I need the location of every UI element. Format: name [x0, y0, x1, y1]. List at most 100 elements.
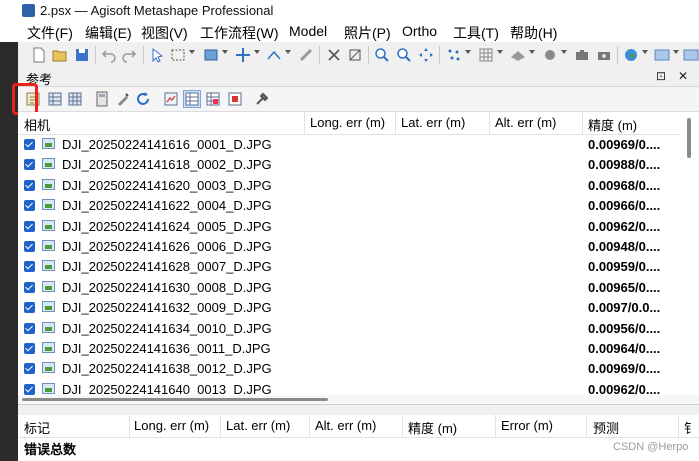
menu-help[interactable]: 帮助(H): [510, 23, 557, 43]
dropdown-arrow-icon[interactable]: [222, 50, 228, 54]
view-icon[interactable]: [683, 47, 699, 63]
checkbox[interactable]: [24, 343, 35, 354]
undo-icon[interactable]: [101, 47, 117, 63]
column-header-long-err[interactable]: Long. err (m): [134, 418, 209, 433]
points-icon[interactable]: [446, 47, 462, 63]
table-row[interactable]: DJI_20250224141622_0004_D.JPG 0.00966/0..…: [18, 196, 681, 216]
camera-icon[interactable]: [596, 47, 612, 63]
dropdown-arrow-icon[interactable]: [254, 50, 260, 54]
texture-icon[interactable]: [542, 47, 558, 63]
delete-icon[interactable]: [326, 47, 342, 63]
menu-model[interactable]: Model: [289, 23, 327, 39]
calculator-icon[interactable]: [94, 91, 110, 107]
update-icon[interactable]: [135, 91, 151, 107]
ruler-icon[interactable]: [298, 47, 314, 63]
shading-icon[interactable]: [510, 47, 526, 63]
column-header-accuracy[interactable]: 精度 (m): [408, 418, 457, 437]
menu-tools[interactable]: 工具(T): [453, 23, 499, 43]
table-row[interactable]: DJI_20250224141638_0012_D.JPG 0.00969/0..…: [18, 359, 681, 379]
view-icon[interactable]: [654, 47, 670, 63]
menu-file[interactable]: 文件(F): [27, 23, 73, 43]
dropdown-arrow-icon[interactable]: [642, 50, 648, 54]
column-header-camera[interactable]: 相机: [24, 115, 50, 134]
table-row[interactable]: DJI_20250224141640_0013_D.JPG 0.00962/0..…: [18, 380, 681, 395]
dropdown-arrow-icon[interactable]: [561, 50, 567, 54]
dropdown-arrow-icon[interactable]: [529, 50, 535, 54]
column-header-marker[interactable]: 标记: [24, 418, 50, 437]
dropdown-arrow-icon[interactable]: [673, 50, 679, 54]
table-row[interactable]: DJI_20250224141618_0002_D.JPG 0.00988/0..…: [18, 155, 681, 175]
checkbox[interactable]: [24, 281, 35, 293]
column-header-error[interactable]: Error (m): [501, 418, 553, 433]
dropdown-arrow-icon[interactable]: [189, 50, 195, 54]
crop-icon[interactable]: [347, 47, 363, 63]
scrollbar-thumb[interactable]: [687, 118, 691, 158]
checkbox[interactable]: [24, 363, 35, 375]
close-panel-button[interactable]: ✕: [678, 69, 688, 83]
table-row[interactable]: DJI_20250224141632_0009_D.JPG 0.0097/0.0.…: [18, 298, 681, 318]
pan-icon[interactable]: [418, 47, 434, 63]
checkbox[interactable]: [24, 261, 35, 273]
dropdown-arrow-icon[interactable]: [285, 50, 291, 54]
rect-select-icon[interactable]: [170, 47, 186, 63]
menu-workflow[interactable]: 工作流程(W): [200, 23, 279, 43]
column-header-lat-err[interactable]: Lat. err (m): [226, 418, 290, 433]
checkbox[interactable]: [24, 200, 35, 212]
horizontal-scrollbar[interactable]: [18, 395, 699, 404]
checkbox[interactable]: [24, 220, 35, 232]
scrollbar-thumb[interactable]: [22, 398, 328, 401]
settings-icon[interactable]: [254, 91, 270, 107]
column-header-accuracy[interactable]: 精度 (m): [588, 115, 637, 134]
new-icon[interactable]: [31, 47, 47, 63]
table-row[interactable]: DJI_20250224141616_0001_D.JPG 0.00969/0..…: [18, 135, 681, 155]
checkbox[interactable]: [24, 322, 35, 334]
vertical-scrollbar[interactable]: [681, 112, 699, 395]
save-icon[interactable]: [74, 47, 90, 63]
globe-icon[interactable]: [623, 47, 639, 63]
zoom-out-icon[interactable]: [396, 47, 412, 63]
menu-photo[interactable]: 照片(P): [344, 23, 391, 43]
menu-edit[interactable]: 编辑(E): [85, 23, 132, 43]
reset-transform-icon[interactable]: [227, 91, 243, 107]
checkbox[interactable]: [24, 159, 35, 171]
checkbox[interactable]: [24, 383, 35, 395]
table-row[interactable]: DJI_20250224141630_0008_D.JPG 0.00965/0..…: [18, 278, 681, 298]
move-icon[interactable]: [235, 47, 251, 63]
dropdown-arrow-icon[interactable]: [465, 50, 471, 54]
table-row[interactable]: DJI_20250224141636_0011_D.JPG 0.00964/0..…: [18, 339, 681, 359]
column-header-alt-err[interactable]: Alt. err (m): [315, 418, 376, 433]
export-reference-icon[interactable]: [47, 91, 63, 107]
select-icon[interactable]: [149, 47, 165, 63]
table-row[interactable]: DJI_20250224141620_0003_D.JPG 0.00968/0..…: [18, 176, 681, 196]
view-source-icon[interactable]: [163, 91, 179, 107]
table-row[interactable]: DJI_20250224141624_0005_D.JPG 0.00962/0..…: [18, 217, 681, 237]
optimize-icon[interactable]: [115, 91, 131, 107]
view-estimated-icon[interactable]: [183, 90, 201, 108]
float-panel-button[interactable]: ⊡: [656, 69, 666, 83]
column-header-lat-err[interactable]: Lat. err (m): [401, 115, 465, 130]
view-errors-icon[interactable]: [205, 91, 221, 107]
rotate-icon[interactable]: [266, 47, 282, 63]
menu-ortho[interactable]: Ortho: [402, 23, 437, 39]
column-header-projections[interactable]: 预测: [593, 418, 619, 437]
column-header-next[interactable]: 钅: [684, 418, 697, 437]
checkbox[interactable]: [24, 241, 35, 252]
checkbox[interactable]: [24, 302, 35, 314]
zoom-in-icon[interactable]: [374, 47, 390, 63]
camera-icon[interactable]: [574, 47, 590, 63]
table-row[interactable]: DJI_20250224141634_0010_D.JPG 0.00956/0..…: [18, 319, 681, 339]
convert-icon[interactable]: [67, 91, 83, 107]
column-header-alt-err[interactable]: Alt. err (m): [495, 115, 556, 130]
image-icon: [42, 382, 55, 394]
table-row[interactable]: DJI_20250224141628_0007_D.JPG 0.00959/0..…: [18, 257, 681, 277]
column-header-long-err[interactable]: Long. err (m): [310, 115, 385, 130]
grid-icon[interactable]: [478, 47, 494, 63]
menu-view[interactable]: 视图(V): [141, 23, 188, 43]
open-icon[interactable]: [52, 47, 68, 63]
table-row[interactable]: DJI_20250224141626_0006_D.JPG 0.00948/0..…: [18, 237, 681, 257]
checkbox[interactable]: [24, 179, 35, 191]
redo-icon[interactable]: [121, 47, 137, 63]
dropdown-arrow-icon[interactable]: [497, 50, 503, 54]
navigate-icon[interactable]: [203, 47, 219, 63]
checkbox[interactable]: [24, 139, 35, 150]
